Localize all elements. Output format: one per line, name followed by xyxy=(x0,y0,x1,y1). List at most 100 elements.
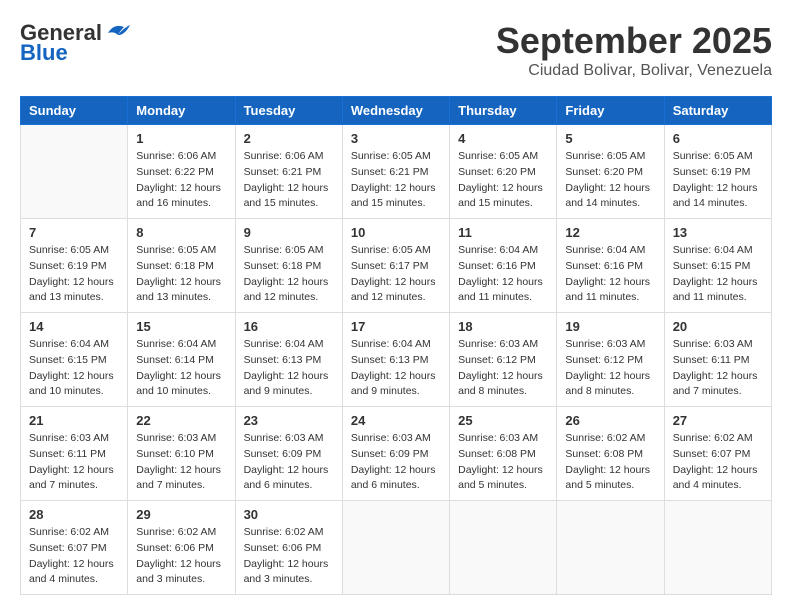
column-header-tuesday: Tuesday xyxy=(235,97,342,125)
day-info: Sunrise: 6:03 AMSunset: 6:09 PMDaylight:… xyxy=(244,431,334,494)
day-number: 8 xyxy=(136,225,226,240)
day-number: 21 xyxy=(29,413,119,428)
day-cell: 17 Sunrise: 6:04 AMSunset: 6:13 PMDayligh… xyxy=(342,313,449,407)
day-info: Sunrise: 6:05 AMSunset: 6:19 PMDaylight:… xyxy=(29,243,119,306)
day-info: Sunrise: 6:05 AMSunset: 6:20 PMDaylight:… xyxy=(458,149,548,212)
day-cell: 16 Sunrise: 6:04 AMSunset: 6:13 PMDayligh… xyxy=(235,313,342,407)
title-section: September 2025 Ciudad Bolivar, Bolivar, … xyxy=(496,20,772,80)
day-number: 9 xyxy=(244,225,334,240)
month-title: September 2025 xyxy=(496,20,772,62)
day-cell: 19Sunrise: 6:03 AMSunset: 6:12 PMDayligh… xyxy=(557,313,664,407)
day-cell xyxy=(450,501,557,595)
day-cell: 29Sunrise: 6:02 AMSunset: 6:06 PMDayligh… xyxy=(128,501,235,595)
column-header-friday: Friday xyxy=(557,97,664,125)
day-number: 14 xyxy=(29,319,119,334)
day-info: Sunrise: 6:05 AMSunset: 6:21 PMDaylight:… xyxy=(351,149,441,212)
day-info: Sunrise: 6:02 AMSunset: 6:06 PMDaylight:… xyxy=(244,525,334,588)
day-cell: 18 Sunrise: 6:03 AMSunset: 6:12 PMDayligh… xyxy=(450,313,557,407)
day-number: 6 xyxy=(673,131,763,146)
day-info: Sunrise: 6:05 AMSunset: 6:18 PMDaylight:… xyxy=(244,243,334,306)
day-cell: 6 Sunrise: 6:05 AMSunset: 6:19 PMDaylight… xyxy=(664,125,771,219)
week-row-2: 7 Sunrise: 6:05 AMSunset: 6:19 PMDaylight… xyxy=(21,219,772,313)
day-cell: 20Sunrise: 6:03 AMSunset: 6:11 PMDayligh… xyxy=(664,313,771,407)
day-info: Sunrise: 6:04 AMSunset: 6:16 PMDaylight:… xyxy=(458,243,548,306)
day-number: 5 xyxy=(565,131,655,146)
day-number: 1 xyxy=(136,131,226,146)
day-cell: 11 Sunrise: 6:04 AMSunset: 6:16 PMDayligh… xyxy=(450,219,557,313)
day-info: Sunrise: 6:02 AMSunset: 6:07 PMDaylight:… xyxy=(673,431,763,494)
day-info: Sunrise: 6:04 AMSunset: 6:13 PMDaylight:… xyxy=(351,337,441,400)
column-header-sunday: Sunday xyxy=(21,97,128,125)
day-info: Sunrise: 6:03 AMSunset: 6:12 PMDaylight:… xyxy=(458,337,548,400)
column-header-thursday: Thursday xyxy=(450,97,557,125)
day-info: Sunrise: 6:03 AMSunset: 6:09 PMDaylight:… xyxy=(351,431,441,494)
page-header: General Blue September 2025 Ciudad Boliv… xyxy=(20,20,772,80)
day-cell: 9 Sunrise: 6:05 AMSunset: 6:18 PMDaylight… xyxy=(235,219,342,313)
column-header-saturday: Saturday xyxy=(664,97,771,125)
day-cell: 10 Sunrise: 6:05 AMSunset: 6:17 PMDayligh… xyxy=(342,219,449,313)
day-cell: 25Sunrise: 6:03 AMSunset: 6:08 PMDayligh… xyxy=(450,407,557,501)
day-number: 10 xyxy=(351,225,441,240)
day-cell: 2Sunrise: 6:06 AMSunset: 6:21 PMDaylight… xyxy=(235,125,342,219)
day-info: Sunrise: 6:02 AMSunset: 6:08 PMDaylight:… xyxy=(565,431,655,494)
day-cell: 23 Sunrise: 6:03 AMSunset: 6:09 PMDayligh… xyxy=(235,407,342,501)
day-cell: 8 Sunrise: 6:05 AMSunset: 6:18 PMDaylight… xyxy=(128,219,235,313)
day-info: Sunrise: 6:04 AMSunset: 6:14 PMDaylight:… xyxy=(136,337,226,400)
day-number: 3 xyxy=(351,131,441,146)
day-number: 23 xyxy=(244,413,334,428)
day-cell: 1 Sunrise: 6:06 AMSunset: 6:22 PMDaylight… xyxy=(128,125,235,219)
day-cell: 14 Sunrise: 6:04 AMSunset: 6:15 PMDayligh… xyxy=(21,313,128,407)
day-info: Sunrise: 6:03 AMSunset: 6:11 PMDaylight:… xyxy=(673,337,763,400)
week-row-3: 14 Sunrise: 6:04 AMSunset: 6:15 PMDayligh… xyxy=(21,313,772,407)
day-number: 17 xyxy=(351,319,441,334)
day-number: 22 xyxy=(136,413,226,428)
day-cell: 4 Sunrise: 6:05 AMSunset: 6:20 PMDaylight… xyxy=(450,125,557,219)
calendar-header-row: SundayMondayTuesdayWednesdayThursdayFrid… xyxy=(21,97,772,125)
day-cell: 22 Sunrise: 6:03 AMSunset: 6:10 PMDayligh… xyxy=(128,407,235,501)
day-cell: 7 Sunrise: 6:05 AMSunset: 6:19 PMDaylight… xyxy=(21,219,128,313)
day-cell: 5Sunrise: 6:05 AMSunset: 6:20 PMDaylight… xyxy=(557,125,664,219)
day-info: Sunrise: 6:04 AMSunset: 6:13 PMDaylight:… xyxy=(244,337,334,400)
day-info: Sunrise: 6:02 AMSunset: 6:07 PMDaylight:… xyxy=(29,525,119,588)
week-row-4: 21 Sunrise: 6:03 AMSunset: 6:11 PMDayligh… xyxy=(21,407,772,501)
day-number: 24 xyxy=(351,413,441,428)
week-row-1: 1 Sunrise: 6:06 AMSunset: 6:22 PMDaylight… xyxy=(21,125,772,219)
column-header-monday: Monday xyxy=(128,97,235,125)
day-cell: 21 Sunrise: 6:03 AMSunset: 6:11 PMDayligh… xyxy=(21,407,128,501)
day-number: 30 xyxy=(244,507,334,522)
day-number: 7 xyxy=(29,225,119,240)
day-info: Sunrise: 6:05 AMSunset: 6:17 PMDaylight:… xyxy=(351,243,441,306)
day-info: Sunrise: 6:05 AMSunset: 6:19 PMDaylight:… xyxy=(673,149,763,212)
day-cell: 27Sunrise: 6:02 AMSunset: 6:07 PMDayligh… xyxy=(664,407,771,501)
logo-bird-icon xyxy=(104,21,132,41)
day-cell xyxy=(664,501,771,595)
day-number: 2 xyxy=(244,131,334,146)
subtitle: Ciudad Bolivar, Bolivar, Venezuela xyxy=(496,62,772,80)
day-info: Sunrise: 6:02 AMSunset: 6:06 PMDaylight:… xyxy=(136,525,226,588)
day-cell: 26 Sunrise: 6:02 AMSunset: 6:08 PMDayligh… xyxy=(557,407,664,501)
day-cell: 13Sunrise: 6:04 AMSunset: 6:15 PMDayligh… xyxy=(664,219,771,313)
day-cell: 24 Sunrise: 6:03 AMSunset: 6:09 PMDayligh… xyxy=(342,407,449,501)
day-info: Sunrise: 6:06 AMSunset: 6:22 PMDaylight:… xyxy=(136,149,226,212)
logo-blue: Blue xyxy=(20,40,68,66)
day-info: Sunrise: 6:03 AMSunset: 6:10 PMDaylight:… xyxy=(136,431,226,494)
day-cell xyxy=(21,125,128,219)
day-number: 25 xyxy=(458,413,548,428)
day-number: 26 xyxy=(565,413,655,428)
day-cell: 28Sunrise: 6:02 AMSunset: 6:07 PMDayligh… xyxy=(21,501,128,595)
day-number: 4 xyxy=(458,131,548,146)
day-number: 19 xyxy=(565,319,655,334)
day-info: Sunrise: 6:05 AMSunset: 6:18 PMDaylight:… xyxy=(136,243,226,306)
column-header-wednesday: Wednesday xyxy=(342,97,449,125)
day-number: 11 xyxy=(458,225,548,240)
calendar-table: SundayMondayTuesdayWednesdayThursdayFrid… xyxy=(20,96,772,595)
day-number: 18 xyxy=(458,319,548,334)
day-number: 16 xyxy=(244,319,334,334)
day-info: Sunrise: 6:03 AMSunset: 6:11 PMDaylight:… xyxy=(29,431,119,494)
logo: General Blue xyxy=(20,20,132,66)
day-number: 15 xyxy=(136,319,226,334)
day-cell: 30 Sunrise: 6:02 AMSunset: 6:06 PMDayligh… xyxy=(235,501,342,595)
day-info: Sunrise: 6:04 AMSunset: 6:15 PMDaylight:… xyxy=(29,337,119,400)
day-info: Sunrise: 6:04 AMSunset: 6:16 PMDaylight:… xyxy=(565,243,655,306)
day-number: 13 xyxy=(673,225,763,240)
